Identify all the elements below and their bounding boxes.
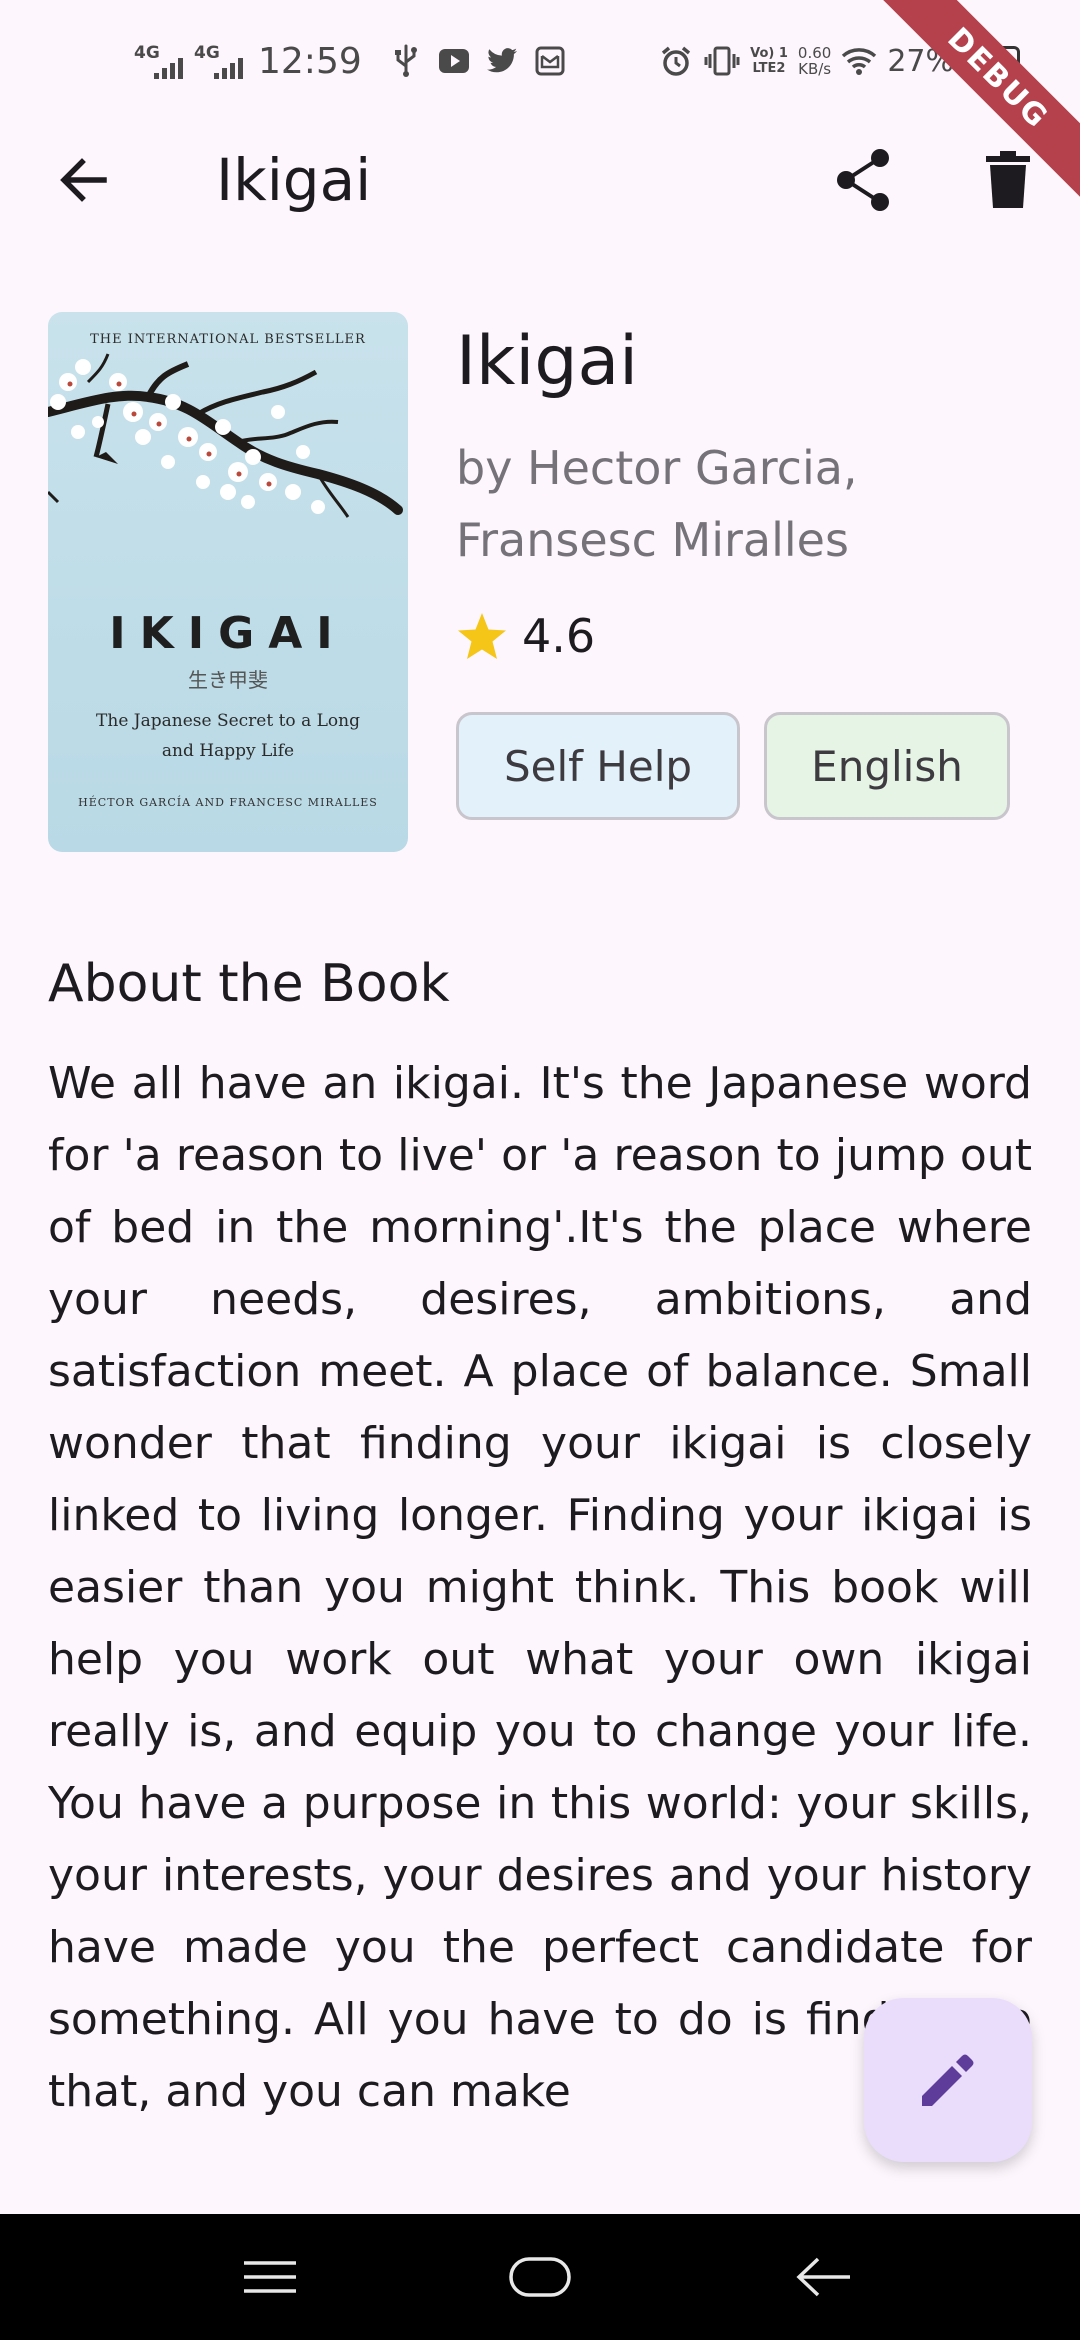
cover-subtitle: The Japanese Secret to a Long and Happy … — [96, 711, 360, 761]
delete-icon — [986, 151, 1030, 208]
edit-pencil-icon — [922, 2054, 974, 2106]
twitter-icon — [484, 43, 520, 79]
nav-back-icon — [796, 2257, 850, 2297]
mail-icon — [532, 43, 568, 79]
app-bar: Ikigai — [0, 120, 1080, 240]
book-cover-image: THE INTERNATIONAL BESTSELLER IKIGAI 生き甲斐… — [48, 312, 408, 852]
edit-fab-button[interactable] — [864, 1998, 1032, 2162]
cover-title: IKIGAI — [109, 608, 347, 659]
vibrate-icon — [704, 43, 740, 79]
usb-icon — [388, 43, 424, 79]
status-time: 12:59 — [258, 40, 362, 82]
genre-chip-label: Self Help — [503, 741, 693, 791]
back-button[interactable] — [44, 140, 124, 220]
home-pill-icon — [509, 2257, 571, 2297]
system-navigation-bar — [0, 2214, 1080, 2340]
rating-value: 4.6 — [522, 609, 596, 663]
youtube-icon — [436, 43, 472, 79]
share-button[interactable] — [824, 140, 904, 220]
alarm-icon — [658, 43, 694, 79]
back-nav-button[interactable] — [784, 2237, 864, 2317]
signal-strength-sim2-icon: 4G — [194, 41, 243, 81]
cover-japanese-title: 生き甲斐 — [188, 668, 268, 692]
network-speed-unit: KB/s — [798, 60, 832, 78]
volte-label-1: Vo) 1 — [750, 46, 788, 61]
cover-authors: HÉCTOR GARCÍA AND FRANCESC MIRALLES — [78, 796, 378, 809]
rating: 4.6 — [456, 606, 595, 666]
status-left-group: 4G 4G 12:59 — [134, 36, 568, 86]
book-author: by Hector Garcia, Fransesc Miralles — [456, 441, 858, 567]
language-chip[interactable]: English — [764, 712, 1010, 820]
recents-button[interactable] — [230, 2237, 310, 2317]
home-button[interactable] — [500, 2237, 580, 2317]
network-speed: 0.60 KB/s — [798, 45, 831, 77]
cherry-branch-illustration — [48, 353, 403, 518]
signal-strength-sim1-icon: 4G — [134, 41, 183, 81]
language-chip-label: English — [811, 741, 963, 791]
volte-indicator: Vo) 1 LTE2 — [750, 46, 788, 76]
menu-lines-icon — [244, 2261, 296, 2293]
about-heading: About the Book — [48, 954, 450, 1014]
genre-chip[interactable]: Self Help — [456, 712, 740, 820]
volte-label-2: LTE2 — [752, 61, 786, 76]
book-title: Ikigai — [456, 322, 639, 401]
share-icon — [837, 149, 889, 211]
back-arrow-icon — [60, 158, 107, 202]
star-icon — [458, 613, 506, 659]
wifi-icon — [841, 43, 877, 79]
app-bar-title: Ikigai — [216, 146, 372, 214]
